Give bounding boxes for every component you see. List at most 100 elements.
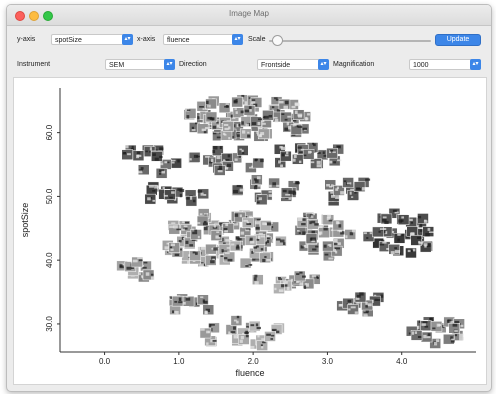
image-thumbnail[interactable] (417, 213, 429, 224)
image-thumbnail[interactable] (137, 164, 150, 175)
scale-slider-track[interactable] (269, 40, 431, 42)
image-thumbnail[interactable] (278, 98, 291, 110)
image-thumbnail[interactable] (256, 340, 268, 351)
image-thumbnail[interactable] (259, 252, 271, 264)
image-thumbnail[interactable] (190, 229, 202, 240)
image-thumbnail[interactable] (344, 229, 356, 240)
image-thumbnail[interactable] (259, 220, 272, 231)
thumbnail-cluster[interactable] (336, 291, 385, 317)
thumbnail-cluster[interactable] (294, 212, 356, 262)
image-thumbnail[interactable] (280, 111, 292, 123)
image-thumbnail[interactable] (244, 235, 257, 246)
image-thumbnail[interactable] (318, 227, 330, 238)
image-thumbnail[interactable] (196, 123, 210, 134)
image-thumbnail[interactable] (326, 147, 338, 159)
image-thumbnail[interactable] (250, 116, 263, 127)
image-thumbnail[interactable] (430, 321, 443, 332)
image-thumbnail[interactable] (239, 128, 252, 140)
image-thumbnail[interactable] (296, 217, 309, 228)
image-thumbnail[interactable] (310, 158, 322, 169)
thumbnail-cluster[interactable] (144, 181, 209, 207)
thumbnail-cluster[interactable] (199, 315, 285, 351)
image-thumbnail[interactable] (238, 334, 250, 345)
thumbnail-cluster[interactable] (324, 177, 371, 207)
image-thumbnail[interactable] (170, 157, 182, 169)
magnification-select[interactable]: 1000 ▴▾ (409, 59, 481, 70)
image-thumbnail[interactable] (332, 219, 345, 231)
image-thumbnail[interactable] (422, 226, 434, 237)
image-thumbnail[interactable] (132, 150, 145, 161)
image-thumbnail[interactable] (397, 214, 410, 225)
image-thumbnail[interactable] (353, 181, 366, 192)
image-thumbnail[interactable] (354, 291, 367, 303)
image-thumbnail[interactable] (302, 149, 315, 160)
image-thumbnail[interactable] (168, 223, 182, 235)
image-thumbnail[interactable] (307, 218, 319, 230)
image-thumbnail[interactable] (168, 242, 181, 253)
image-thumbnail[interactable] (388, 244, 401, 255)
image-thumbnail[interactable] (164, 189, 176, 200)
thumbnail-cluster[interactable] (168, 293, 215, 315)
direction-select[interactable]: Frontside ▴▾ (257, 59, 329, 70)
image-thumbnail[interactable] (225, 324, 238, 335)
image-thumbnail[interactable] (410, 235, 424, 246)
image-thumbnail[interactable] (406, 226, 418, 237)
image-thumbnail[interactable] (232, 107, 245, 118)
image-thumbnail[interactable] (280, 187, 293, 199)
thumbnail-cluster[interactable] (116, 256, 155, 283)
image-thumbnail[interactable] (151, 151, 163, 162)
image-thumbnail[interactable] (199, 327, 212, 339)
image-thumbnail[interactable] (155, 168, 168, 179)
image-thumbnail[interactable] (197, 188, 209, 200)
image-thumbnail[interactable] (380, 213, 393, 225)
image-thumbnail[interactable] (268, 177, 280, 189)
image-thumbnail[interactable] (347, 190, 359, 201)
image-thumbnail[interactable] (222, 223, 235, 234)
image-thumbnail[interactable] (420, 320, 432, 331)
image-thumbnail[interactable] (273, 283, 285, 294)
image-thumbnail[interactable] (182, 296, 195, 307)
image-thumbnail[interactable] (205, 111, 218, 123)
scale-slider-knob[interactable] (272, 35, 284, 46)
image-map-plot[interactable]: 0.0 1.0 2.0 3.0 4.030.040.050.060.0 fluence … (14, 78, 486, 384)
image-thumbnail[interactable] (252, 157, 264, 169)
image-thumbnail[interactable] (347, 304, 359, 315)
update-button[interactable]: Update (435, 34, 481, 46)
image-thumbnail[interactable] (220, 130, 233, 141)
x-axis-select[interactable]: fluence ▴▾ (163, 34, 243, 45)
image-thumbnail[interactable] (293, 270, 306, 282)
image-thumbnail[interactable] (230, 315, 243, 326)
instrument-select[interactable]: SEM ▴▾ (105, 59, 175, 70)
image-thumbnail[interactable] (248, 320, 261, 332)
image-thumbnail[interactable] (290, 124, 303, 135)
image-thumbnail[interactable] (292, 154, 304, 165)
y-axis-select[interactable]: spotSize ▴▾ (51, 34, 133, 45)
image-thumbnail[interactable] (280, 150, 292, 162)
image-thumbnail[interactable] (205, 243, 218, 255)
image-thumbnail[interactable] (264, 331, 276, 342)
image-thumbnail[interactable] (196, 215, 209, 227)
image-thumbnail[interactable] (144, 193, 157, 205)
image-thumbnail[interactable] (222, 121, 235, 132)
image-thumbnail[interactable] (243, 104, 256, 116)
image-thumbnail[interactable] (188, 152, 201, 163)
image-thumbnail[interactable] (213, 165, 226, 176)
thumbnail-cluster[interactable] (362, 208, 434, 259)
image-thumbnail[interactable] (275, 235, 287, 247)
thumbnail-cluster[interactable] (162, 208, 287, 269)
image-thumbnail[interactable] (305, 233, 318, 244)
image-thumbnail[interactable] (342, 177, 354, 188)
image-thumbnail[interactable] (171, 295, 184, 307)
image-thumbnail[interactable] (189, 250, 201, 262)
image-thumbnail[interactable] (131, 256, 143, 268)
image-thumbnail[interactable] (242, 217, 254, 229)
image-thumbnail[interactable] (210, 230, 223, 241)
image-thumbnail[interactable] (410, 330, 423, 341)
image-thumbnail[interactable] (202, 304, 215, 315)
thumbnail-cluster[interactable] (405, 316, 465, 349)
image-thumbnail[interactable] (184, 108, 197, 119)
thumbnail-cluster[interactable] (252, 270, 321, 294)
image-thumbnail[interactable] (252, 274, 264, 285)
image-thumbnail[interactable] (236, 145, 249, 156)
image-thumbnail[interactable] (218, 102, 231, 114)
